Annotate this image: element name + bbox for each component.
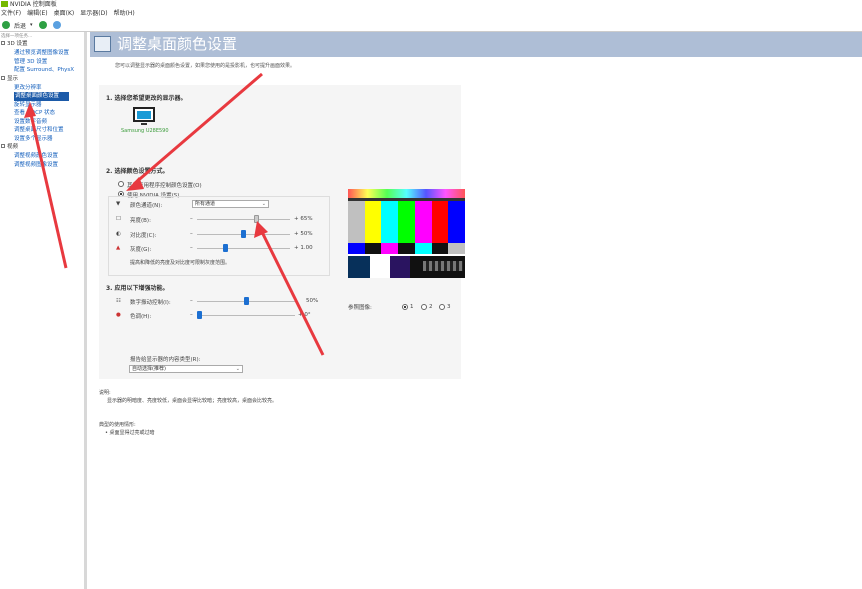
collapse-icon[interactable] xyxy=(1,41,5,45)
sidebar-item-surround[interactable]: 配置 Surround、PhysX xyxy=(0,66,84,75)
tree-category-video[interactable]: 视频 xyxy=(0,143,84,152)
monitor-stand-icon xyxy=(141,123,147,125)
hue-track[interactable] xyxy=(197,315,295,316)
reference-image-label: 参照图像: xyxy=(348,305,372,311)
contrast-value: + 50% xyxy=(294,231,313,237)
chevron-down-icon: ⌄ xyxy=(261,201,266,207)
sidebar-item-size-position[interactable]: 调整桌面尺寸和位置 xyxy=(0,126,84,135)
section2-heading: 2. 选择颜色设置方式。 xyxy=(106,168,169,175)
sidebar-item-rotate[interactable]: 旋转显示器 xyxy=(0,101,84,110)
hue-value: + 0° xyxy=(298,312,311,318)
page-banner: 调整桌面颜色设置 xyxy=(90,32,862,57)
sidebar-item-video-image[interactable]: 调整视频图像设置 xyxy=(0,161,84,170)
task-sidebar: 选择一项任务... 3D 设置 通过预览调整图像设置 管理 3D 设置 配置 S… xyxy=(0,32,87,589)
contrast-label: 对比度(C): xyxy=(130,233,157,239)
home-icon[interactable] xyxy=(52,21,61,29)
usage-heading: 典型的使用情形: xyxy=(99,422,136,428)
contrast-slider[interactable] xyxy=(241,230,246,238)
menu-file[interactable]: 文件(F) xyxy=(1,9,21,19)
content-type-select[interactable]: 自动选择(推荐) ⌄ xyxy=(129,365,243,373)
section1-heading: 1. 选择您希望更改的显示器。 xyxy=(106,95,187,102)
brightness-hint: 提高和降低的亮度及对比度可限制灰度范围。 xyxy=(130,260,231,266)
page-title: 调整桌面颜色设置 xyxy=(117,35,238,53)
collapse-icon[interactable] xyxy=(1,144,5,148)
channel-select-value: 所有通道 xyxy=(195,201,216,207)
menu-display[interactable]: 显示器(D) xyxy=(80,9,107,19)
tree-category-3d[interactable]: 3D 设置 xyxy=(0,40,84,49)
sidebar-item-hdcp[interactable]: 查看 HDCP 状态 xyxy=(0,109,84,118)
brightness-slider[interactable] xyxy=(254,215,260,223)
menu-bar: 文件(F) 编辑(E) 桌面(K) 显示器(D) 帮助(H) xyxy=(0,9,862,19)
content-type-value: 自动选择(推荐) xyxy=(132,366,166,372)
brightness-track[interactable] xyxy=(197,219,290,220)
vibrance-slider[interactable] xyxy=(243,297,249,305)
channel-icon: ▼ xyxy=(116,201,121,207)
hue-label: 色调(H): xyxy=(130,314,152,320)
gamma-value: + 1.00 xyxy=(294,245,313,251)
gamma-minus: – xyxy=(190,245,193,251)
sidebar-item-preview[interactable]: 通过预览调整图像设置 xyxy=(0,49,84,58)
reference-image xyxy=(348,189,466,278)
contrast-icon: ◐ xyxy=(116,231,121,237)
description-heading: 说明: xyxy=(99,390,111,396)
sidebar-item-audio[interactable]: 设置数字音频 xyxy=(0,118,84,127)
sidebar-hint: 选择一项任务... xyxy=(1,34,33,39)
monitor-icon[interactable] xyxy=(133,107,155,122)
channel-select[interactable]: 所有通道 ⌄ xyxy=(192,200,269,208)
hue-slider[interactable] xyxy=(197,311,202,319)
page-description: 您可以调整显示器的桌面颜色设置，如果您使用的是投影机，也可提升画面效果。 xyxy=(115,63,296,69)
radio-app-control-label[interactable]: 其它应用程序控制颜色设置(O) xyxy=(127,181,202,189)
radio-app-control[interactable] xyxy=(118,181,124,187)
ref-radio-1-label[interactable]: 1 xyxy=(410,304,414,310)
contrast-minus: – xyxy=(190,231,193,237)
toolbar: 后退 ▾ xyxy=(0,19,862,32)
vibrance-label: 数字振动控制(I): xyxy=(130,300,171,306)
channel-label: 颜色通道(N): xyxy=(130,203,163,209)
nvidia-logo-icon xyxy=(1,1,8,7)
usage-item: • 桌面显得过亮或过暗 xyxy=(105,430,155,436)
vibrance-value: 50% xyxy=(306,298,319,304)
ref-radio-3[interactable] xyxy=(439,304,445,310)
gamma-track[interactable] xyxy=(197,248,290,249)
gamma-label: 灰度(G): xyxy=(130,247,152,253)
hue-minus: – xyxy=(190,312,193,318)
sidebar-item-desktop-color[interactable]: 调整桌面颜色设置 xyxy=(14,92,69,101)
vibrance-icon: ☷ xyxy=(116,298,121,304)
forward-arrow-icon[interactable] xyxy=(38,21,47,29)
ref-radio-3-label[interactable]: 3 xyxy=(447,304,451,310)
chevron-down-icon[interactable]: ▾ xyxy=(30,22,33,28)
desktop-color-icon xyxy=(94,36,111,52)
section3-heading: 3. 应用以下增强功能。 xyxy=(106,285,169,292)
brightness-value: + 65% xyxy=(294,216,313,222)
brightness-minus: – xyxy=(190,216,193,222)
window-title: NVIDIA 控制面板 xyxy=(10,1,57,8)
gamma-icon: ▲ xyxy=(116,245,121,251)
menu-help[interactable]: 帮助(H) xyxy=(114,9,135,19)
menu-edit[interactable]: 编辑(E) xyxy=(27,9,47,19)
menu-desktop[interactable]: 桌面(K) xyxy=(54,9,75,19)
gamma-slider[interactable] xyxy=(223,244,229,252)
ref-radio-2[interactable] xyxy=(421,304,427,310)
back-button[interactable]: 后退 xyxy=(14,21,26,30)
brightness-label: 亮度(B): xyxy=(130,218,151,224)
brightness-icon: ☐ xyxy=(116,216,121,222)
content-type-label: 报告给显示器的内容类型(R): xyxy=(130,357,201,363)
sidebar-item-video-color[interactable]: 调整视频颜色设置 xyxy=(0,152,84,161)
back-arrow-icon[interactable] xyxy=(2,21,10,29)
collapse-icon[interactable] xyxy=(1,75,5,80)
monitor-name[interactable]: Samsung U28E590 xyxy=(121,128,169,134)
sidebar-item-manage-3d[interactable]: 管理 3D 设置 xyxy=(0,58,84,67)
sidebar-item-multi-display[interactable]: 设置多个显示器 xyxy=(0,135,84,144)
hue-icon: ● xyxy=(116,312,121,318)
tree-category-display[interactable]: 显示 xyxy=(0,75,84,84)
description-text: 显示器的明暗度、亮度较低，桌面会显得比较暗；亮度较高，桌面会比较亮。 xyxy=(107,398,278,404)
window-titlebar: NVIDIA 控制面板 xyxy=(0,0,862,9)
sidebar-item-resolution[interactable]: 更改分辨率 xyxy=(0,84,84,93)
chevron-down-icon: ⌄ xyxy=(235,366,240,372)
ref-radio-1[interactable] xyxy=(402,304,408,310)
ref-radio-2-label[interactable]: 2 xyxy=(429,304,433,310)
vibrance-minus: – xyxy=(190,298,193,304)
